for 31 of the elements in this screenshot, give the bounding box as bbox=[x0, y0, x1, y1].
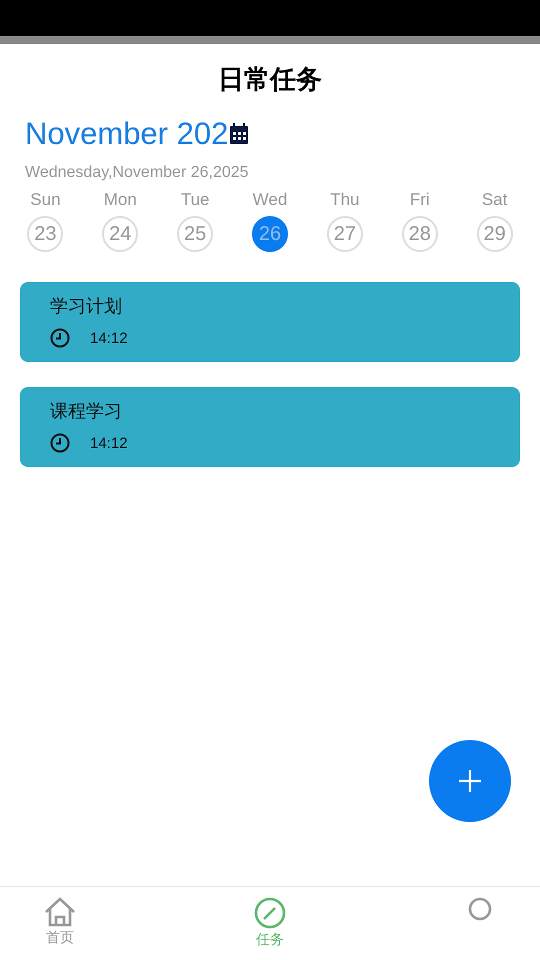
day-button[interactable]: 23 bbox=[27, 216, 64, 252]
day-button[interactable]: 28 bbox=[402, 216, 438, 252]
weekday-label: Wed bbox=[252, 190, 288, 210]
month-label: November 202 bbox=[25, 116, 228, 152]
pencil-icon bbox=[254, 897, 286, 929]
task-time: 14:12 bbox=[90, 434, 128, 452]
day-button[interactable]: 24 bbox=[102, 216, 138, 252]
calendar-icon[interactable] bbox=[229, 123, 250, 145]
page-title: 日常任务 bbox=[217, 64, 323, 97]
task-title: 课程学习 bbox=[50, 400, 123, 423]
weekday-label: Thu bbox=[330, 190, 360, 210]
task-title: 学习计划 bbox=[50, 295, 123, 318]
task-card[interactable]: 课程学习 14:12 bbox=[20, 387, 520, 467]
weekday-label: Sat bbox=[482, 190, 508, 210]
weekday-label: Sun bbox=[30, 190, 61, 210]
weekday-label: Tue bbox=[180, 190, 210, 210]
task-time: 14:12 bbox=[90, 330, 128, 346]
day-button[interactable]: 29 bbox=[476, 216, 513, 252]
day-button[interactable]: 25 bbox=[177, 216, 214, 252]
clock-icon bbox=[50, 433, 70, 453]
plus-icon bbox=[459, 770, 481, 792]
weekday-label: Mon bbox=[104, 190, 137, 210]
weekday-label: Fri bbox=[410, 190, 430, 210]
date-label: Wednesday,November 26,2025 bbox=[25, 164, 250, 182]
nav-tab[interactable]: 任务 bbox=[238, 887, 302, 960]
nav-tab[interactable]: 首页 bbox=[28, 887, 92, 960]
task-card[interactable]: 学习计划 14:12 bbox=[20, 282, 520, 362]
day-button[interactable]: 27 bbox=[326, 216, 363, 252]
day-button[interactable]: 26 bbox=[252, 216, 288, 252]
clock-icon bbox=[50, 328, 70, 348]
home-icon bbox=[44, 897, 76, 927]
